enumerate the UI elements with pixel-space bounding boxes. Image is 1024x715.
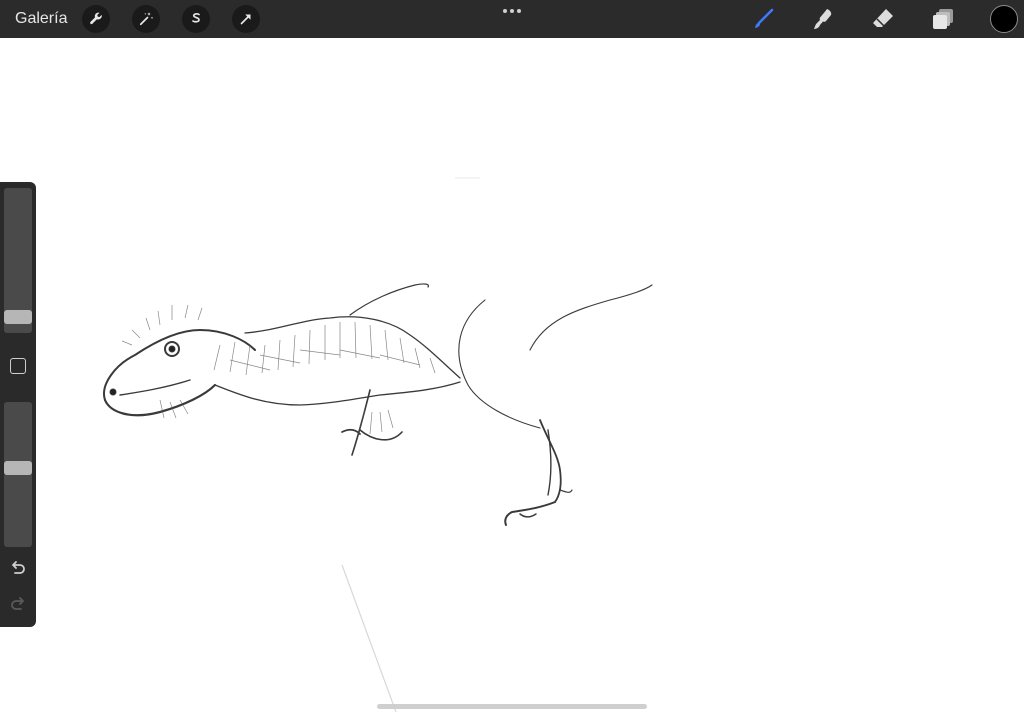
left-sidebar — [0, 182, 36, 627]
top-toolbar: Galería — [0, 0, 1024, 38]
undo-button[interactable] — [8, 558, 28, 578]
wrench-icon — [90, 12, 102, 25]
actions-button[interactable] — [82, 5, 110, 33]
adjustments-button[interactable] — [132, 5, 160, 33]
drawing-canvas[interactable] — [0, 38, 1024, 715]
opacity-slider-thumb[interactable] — [4, 461, 32, 475]
selection-s-icon — [192, 13, 200, 23]
gallery-button[interactable]: Galería — [15, 10, 67, 28]
more-options-button[interactable] — [499, 5, 525, 17]
dot-icon — [517, 9, 521, 13]
dot-icon — [510, 9, 514, 13]
modify-button[interactable] — [10, 358, 26, 374]
selection-button[interactable] — [182, 5, 210, 33]
home-indicator[interactable] — [377, 704, 647, 709]
dot-icon — [503, 9, 507, 13]
color-picker-button[interactable] — [990, 5, 1018, 33]
brush-tool-button[interactable] — [749, 5, 777, 33]
smudge-icon — [814, 9, 832, 29]
magic-wand-icon — [139, 12, 154, 26]
smudge-tool-button[interactable] — [809, 5, 837, 33]
layers-button[interactable] — [929, 5, 957, 33]
eraser-tool-button[interactable] — [869, 5, 897, 33]
dinosaur-sketch — [103, 177, 653, 713]
layers-icon — [933, 9, 953, 29]
brush-icon — [755, 8, 774, 28]
undo-icon — [12, 561, 25, 574]
transform-button[interactable] — [232, 5, 260, 33]
brush-size-slider-thumb[interactable] — [4, 310, 32, 324]
redo-button[interactable] — [8, 594, 28, 614]
eraser-icon — [873, 9, 893, 27]
brush-size-slider[interactable] — [4, 188, 32, 333]
opacity-slider[interactable] — [4, 402, 32, 547]
transform-arrow-icon — [240, 14, 251, 25]
redo-icon — [11, 597, 24, 610]
